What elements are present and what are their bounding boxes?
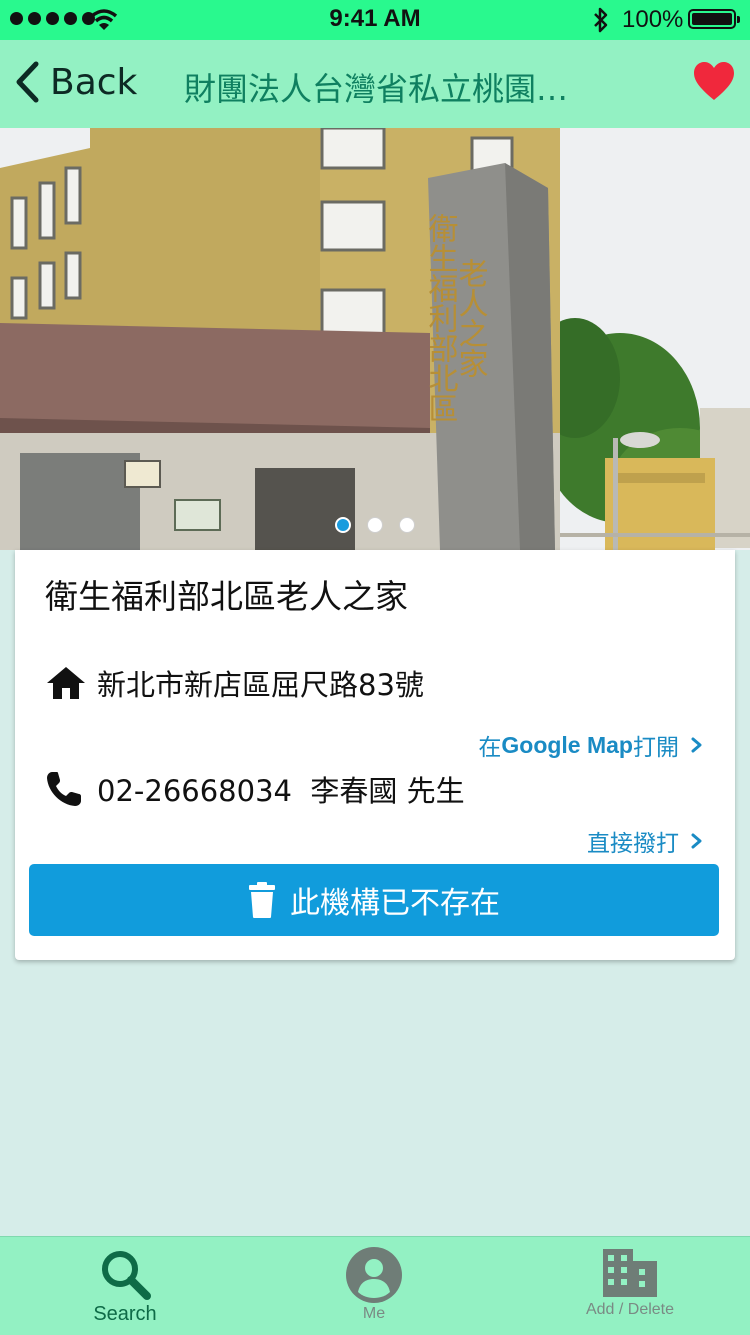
carousel-dots	[0, 517, 750, 533]
facility-not-exist-label: 此機構已不存在	[290, 886, 500, 921]
facility-name: 衛生福利部北區老人之家	[45, 577, 408, 616]
tab-add-delete[interactable]: Add / Delete	[560, 1237, 700, 1335]
trash-icon	[249, 882, 275, 918]
building-photo: 衛生福利部北區 老人之家	[0, 128, 750, 550]
carousel-dot-2[interactable]	[367, 517, 383, 533]
phone-row: 02-26668034 李春國 先生	[45, 768, 465, 810]
map-link-prefix: 在	[478, 735, 502, 761]
facility-phone: 02-26668034 李春國 先生	[97, 774, 465, 808]
map-link-suffix: 打開	[633, 735, 679, 761]
tab-add-delete-label: Add / Delete	[585, 1301, 675, 1318]
home-icon	[47, 667, 85, 699]
back-label: Back	[50, 61, 138, 103]
chevron-right-icon	[691, 737, 702, 753]
facility-address: 新北市新店區屈尺路83號	[97, 668, 424, 702]
phone-icon	[47, 772, 81, 806]
battery-percent: 100%	[622, 6, 684, 33]
sign-text-left: 老人之家	[453, 258, 489, 378]
bluetooth-icon	[594, 7, 608, 33]
nav-bar: Back 財團法人台灣省私立桃園仁愛之家	[0, 40, 750, 128]
chevron-right-icon	[691, 833, 702, 849]
user-icon	[346, 1247, 402, 1303]
battery-icon	[688, 9, 740, 29]
carousel-dot-3[interactable]	[399, 517, 415, 533]
call-link[interactable]: 直接撥打	[587, 824, 707, 858]
facility-not-exist-button[interactable]: 此機構已不存在	[29, 864, 719, 936]
chevron-left-icon	[16, 61, 39, 103]
google-map-link[interactable]: 在 Google Map 打開	[478, 728, 707, 762]
tab-me-label: Me	[362, 1305, 386, 1322]
tab-search[interactable]: Search	[60, 1237, 190, 1335]
page-title: 財團法人台灣省私立桃園仁愛之家	[184, 70, 584, 108]
search-icon	[102, 1251, 151, 1300]
call-link-label: 直接撥打	[587, 831, 679, 857]
facility-card: 衛生福利部北區老人之家 新北市新店區屈尺路83號 在 Google Map 打開 0…	[15, 550, 735, 960]
address-row: 新北市新店區屈尺路83號	[45, 662, 424, 704]
carousel-dot-1[interactable]	[335, 517, 351, 533]
facility-photo[interactable]: 衛生福利部北區 老人之家	[0, 128, 750, 550]
tab-me[interactable]: Me	[314, 1237, 434, 1335]
tab-search-label: Search	[93, 1303, 157, 1325]
back-button[interactable]: Back	[14, 60, 137, 104]
tab-bar: Search Me Add / Delete	[0, 1236, 750, 1335]
status-bar: 9:41 AM 100%	[0, 0, 750, 40]
map-link-brand: Google Map	[501, 731, 633, 758]
building-icon	[603, 1249, 657, 1297]
heart-icon[interactable]	[692, 60, 736, 102]
